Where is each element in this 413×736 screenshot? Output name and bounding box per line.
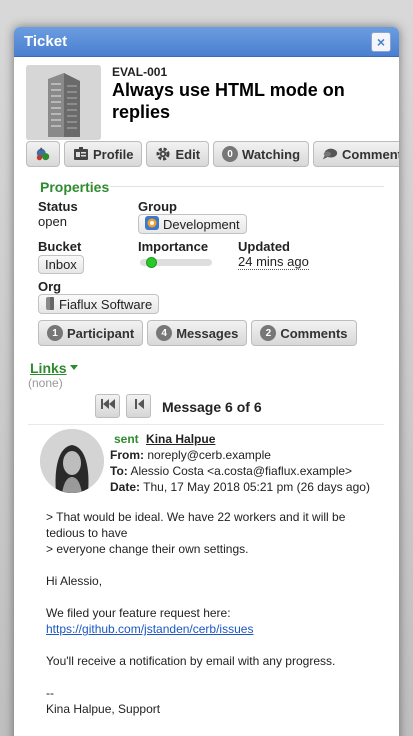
org-avatar-icon <box>45 296 55 313</box>
comment-label: Comment <box>342 146 399 162</box>
watchers-count-badge: 0 <box>222 146 239 162</box>
quote-line-2: tedious to have <box>46 526 128 540</box>
edit-button[interactable]: Edit <box>146 141 210 167</box>
sender-name[interactable]: Kina Halpue <box>146 432 215 446</box>
status-label: Status <box>38 199 78 214</box>
group-value: Development <box>163 216 240 232</box>
org-chip[interactable]: Fiaflux Software <box>38 294 160 314</box>
ticket-subject: Always use HTML mode on replies <box>112 80 345 122</box>
gear-icon <box>155 146 171 162</box>
group-chip[interactable]: Development <box>138 214 247 234</box>
ticket-mask: EVAL-001 <box>112 65 168 79</box>
body-line-2: You'll receive a notification by email w… <box>46 654 336 668</box>
participants-label: Participant <box>67 325 135 341</box>
updated-value: 24 mins ago <box>238 254 309 270</box>
messages-count-badge: 4 <box>156 325 173 341</box>
quote-line-1: > That would be ideal. We have 22 worker… <box>46 510 346 524</box>
to-value: Alessio Costa <a.costa@fiaflux.example> <box>130 464 353 478</box>
group-avatar-icon <box>145 215 159 233</box>
properties-heading: Properties <box>40 179 110 195</box>
status-value: open <box>38 214 67 229</box>
participants-count-badge: 1 <box>47 325 63 341</box>
ticket-dialog: Ticket × EVAL-001 Always use HTML mode o… <box>14 27 399 736</box>
comments-count-badge: 2 <box>260 325 277 341</box>
importance-label: Importance <box>138 239 209 254</box>
dialog-titlebar: Ticket × <box>14 27 399 57</box>
edit-label: Edit <box>175 146 201 162</box>
watching-button[interactable]: 0 Watching <box>213 141 310 167</box>
links-toggle[interactable]: Links <box>30 360 67 376</box>
message-position: Message 6 of 6 <box>162 399 262 415</box>
importance-indicator <box>146 257 158 268</box>
participants-button[interactable]: 1 Participant <box>38 320 144 346</box>
issues-link[interactable]: https://github.com/jstanden/cerb/issues <box>46 621 253 637</box>
message-status: sent <box>114 432 139 446</box>
messages-button[interactable]: 4 Messages <box>147 320 248 346</box>
links-empty: (none) <box>28 376 63 390</box>
bot-button[interactable] <box>26 141 60 167</box>
body-line-1: We filed your feature request here: <box>46 606 231 620</box>
messages-label: Messages <box>176 325 239 341</box>
chevron-down-icon[interactable] <box>70 365 78 370</box>
from-label: From: <box>110 448 144 462</box>
org-value: Fiaflux Software <box>59 296 153 312</box>
id-card-icon <box>73 146 89 162</box>
signature: Kina Halpue, Support <box>46 702 161 716</box>
comment-button[interactable]: Comment <box>313 141 399 167</box>
org-label: Org <box>38 279 62 294</box>
watching-label: Watching <box>242 146 301 162</box>
profile-button[interactable]: Profile <box>64 141 143 167</box>
signature-separator: -- <box>46 686 54 700</box>
to-label: To: <box>110 464 128 478</box>
greeting: Hi Alessio, <box>46 574 103 588</box>
close-icon[interactable]: × <box>371 31 391 52</box>
bucket-chip[interactable]: Inbox <box>38 255 84 274</box>
comments-button[interactable]: 2 Comments <box>251 320 357 346</box>
bucket-label: Bucket <box>38 239 82 254</box>
comment-bubble-icon <box>322 146 338 162</box>
date-value: Thu, 17 May 2018 05:21 pm (26 days ago) <box>143 480 370 494</box>
message-header: sent Kina Halpue From: noreply@cerb.exam… <box>110 431 370 495</box>
robot-icon <box>35 146 51 162</box>
previous-message-button[interactable] <box>126 394 151 418</box>
from-value: noreply@cerb.example <box>147 448 271 462</box>
date-label: Date: <box>110 480 141 494</box>
quote-line-3: > everyone change their own settings. <box>46 542 249 556</box>
bucket-value: Inbox <box>45 257 77 272</box>
first-message-button[interactable] <box>95 394 120 418</box>
properties-divider <box>110 186 384 187</box>
ticket-toolbar: Profile Edit 0 Watching Comment <box>26 141 399 167</box>
message-divider <box>28 424 384 425</box>
sender-avatar <box>40 429 104 493</box>
comments-label: Comments <box>280 325 348 341</box>
ticket-counts: 1 Participant 4 Messages 2 Comments <box>38 320 357 346</box>
skip-first-icon <box>100 397 116 415</box>
group-label: Group <box>138 199 177 214</box>
dialog-title: Ticket <box>24 33 68 50</box>
building-avatar-icon <box>26 65 101 140</box>
updated-label: Updated <box>238 239 290 254</box>
previous-icon <box>133 397 145 415</box>
profile-label: Profile <box>93 146 134 162</box>
